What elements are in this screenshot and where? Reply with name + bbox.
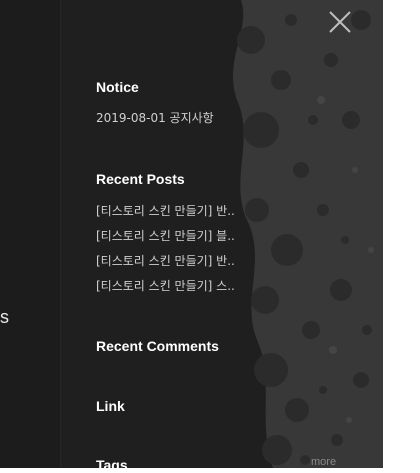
tags-heading: Tags: [96, 457, 128, 473]
recent-post-link[interactable]: [티스토리 스킨 만들기] 스..: [96, 277, 235, 294]
page-background: s: [0, 0, 60, 468]
recent-post-link[interactable]: [티스토리 스킨 만들기] 블..: [96, 227, 235, 244]
page-partial-text: s: [0, 307, 9, 327]
close-button[interactable]: [324, 6, 356, 38]
link-heading: Link: [96, 398, 125, 414]
close-icon: [324, 6, 356, 38]
notice-item[interactable]: 2019-08-01 공지사항: [96, 109, 214, 126]
recent-post-link[interactable]: [티스토리 스킨 만들기] 반..: [96, 202, 235, 219]
tags-more-link[interactable]: more: [311, 456, 336, 468]
recent-comments-heading: Recent Comments: [96, 338, 219, 354]
notice-heading: Notice: [96, 79, 139, 95]
recent-post-link[interactable]: [티스토리 스킨 만들기] 반..: [96, 252, 235, 269]
recent-posts-heading: Recent Posts: [96, 171, 185, 187]
